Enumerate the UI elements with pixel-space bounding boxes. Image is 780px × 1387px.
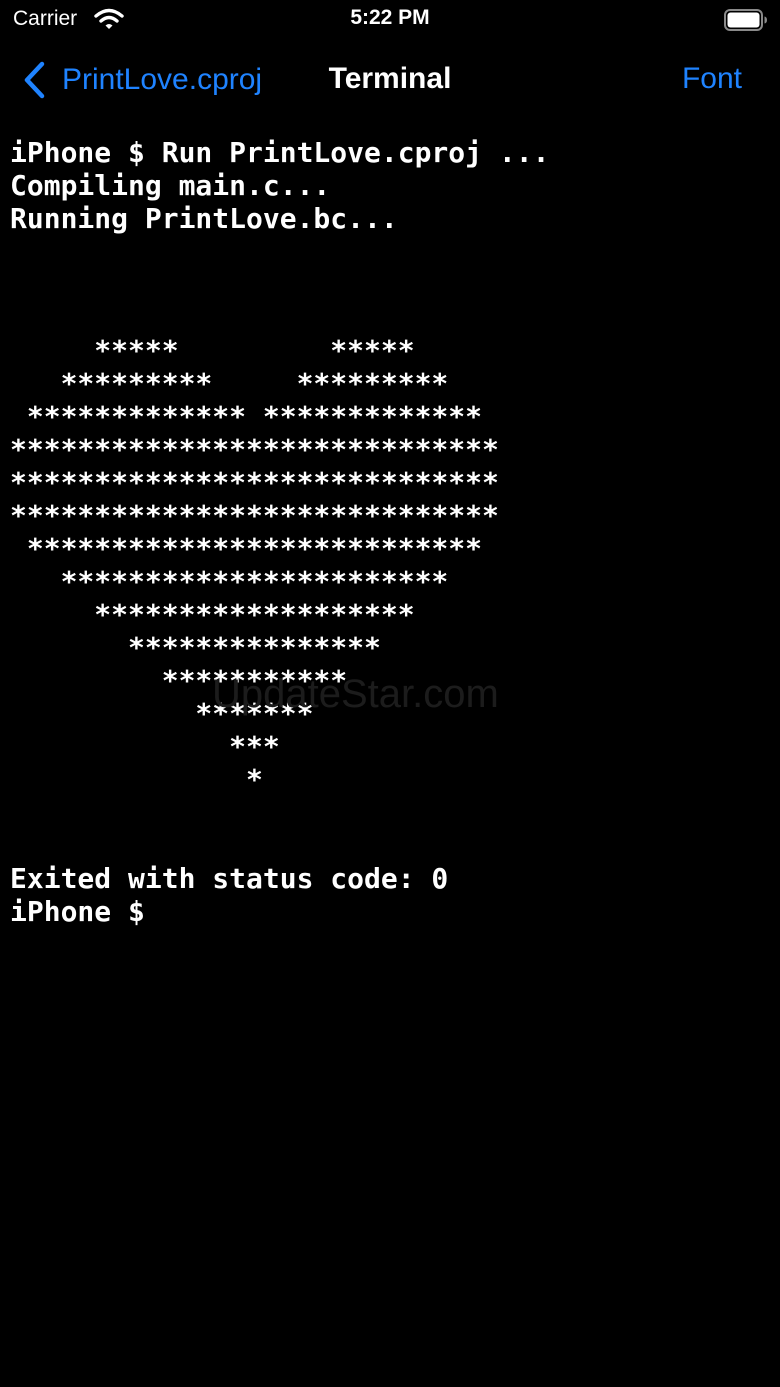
font-button[interactable]: Font <box>682 62 742 96</box>
back-button-label: PrintLove.cproj <box>62 63 263 96</box>
terminal-output[interactable]: iPhone $ Run PrintLove.cproj ... Compili… <box>10 136 770 1366</box>
navigation-bar: PrintLove.cproj Terminal Font <box>0 48 780 112</box>
status-bar: Carrier 5:22 PM <box>0 0 780 40</box>
chevron-left-icon <box>22 60 48 100</box>
clock: 5:22 PM <box>350 6 430 29</box>
back-button[interactable]: PrintLove.cproj <box>22 58 262 102</box>
battery-icon <box>724 9 768 31</box>
